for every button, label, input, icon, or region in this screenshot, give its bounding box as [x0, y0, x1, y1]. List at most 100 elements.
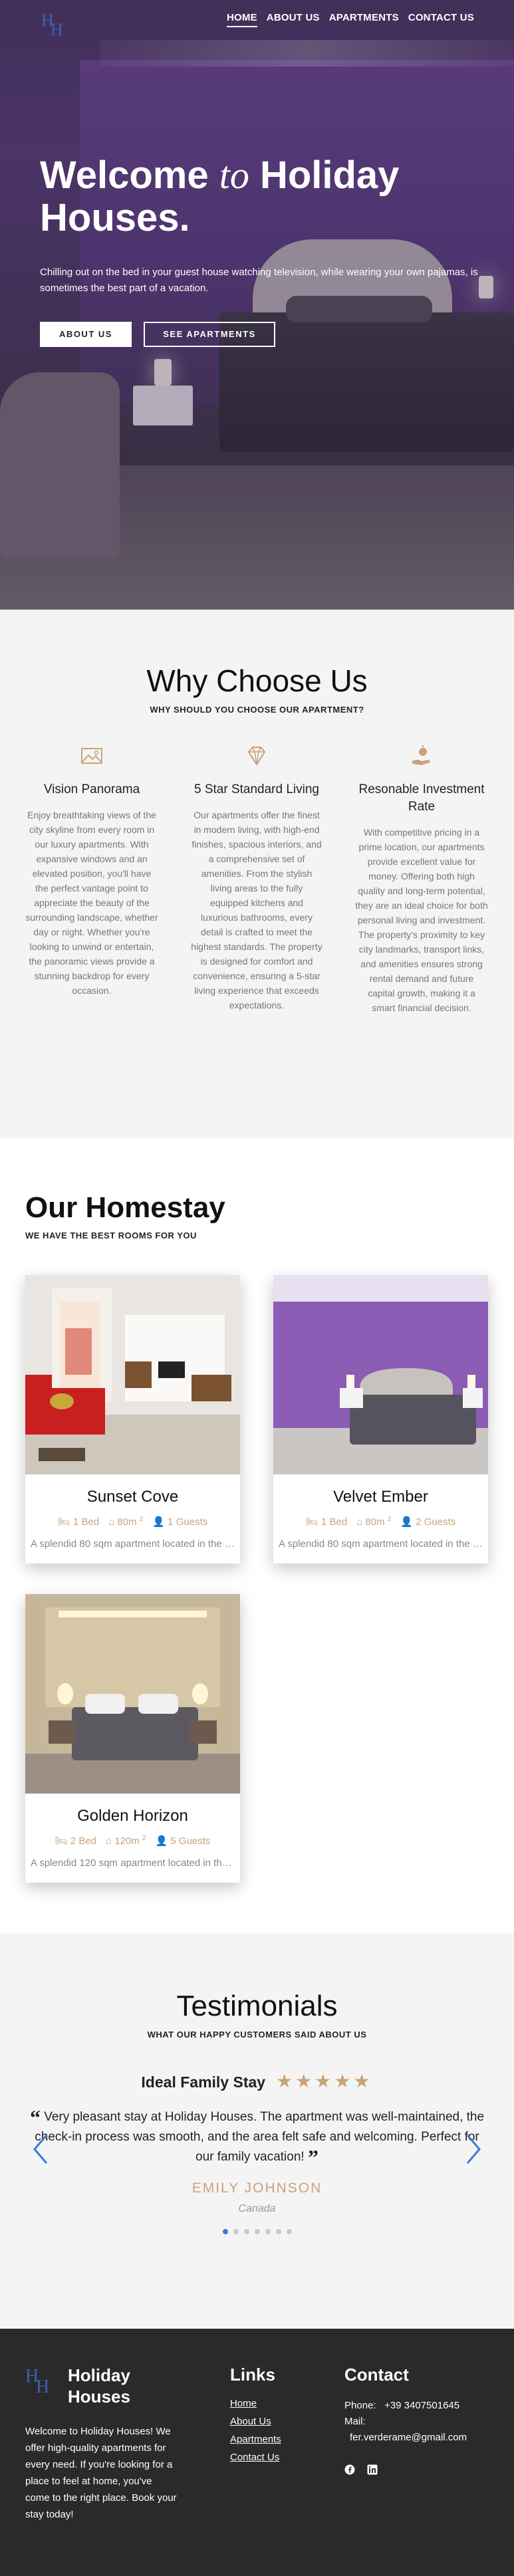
room-guests-label: 2 Guests [416, 1516, 456, 1528]
room-beds: 🛏 2 Bed [55, 1835, 96, 1847]
section-title: Our Homestay [25, 1191, 225, 1224]
slider-dot[interactable] [233, 2229, 239, 2234]
slider-dot[interactable] [222, 2229, 228, 2234]
room-area-label: 80m [365, 1516, 385, 1528]
room-guests: 👤 2 Guests [400, 1516, 455, 1528]
footer-link-contact-us[interactable]: Contact Us [230, 2452, 281, 2463]
homestay-section: Our Homestay WE HAVE THE BEST ROOMS FOR … [0, 1138, 514, 1933]
room-meta: 🛏 1 Bed ⌂ 80m 2 👤 1 Guests [31, 1516, 235, 1528]
slider-dot[interactable] [254, 2229, 260, 2234]
footer-social [344, 2464, 378, 2475]
feature-5-star-living: 5 Star Standard Living Our apartments of… [184, 743, 330, 1012]
room-description: A splendid 80 sqm apartment located in t… [31, 1538, 235, 1550]
room-photo [273, 1275, 488, 1474]
hero-title: Welcome to Holiday Houses. [40, 154, 439, 239]
room-meta: 🛏 2 Bed ⌂ 120m 2 👤 5 Guests [31, 1835, 235, 1847]
section-title: Why Choose Us [146, 663, 368, 698]
room-beds-label: 1 Bed [72, 1516, 100, 1528]
footer-link-home[interactable]: Home [230, 2398, 281, 2409]
facebook-icon[interactable] [344, 2464, 355, 2475]
footer-phone: Phone: +39 3407501645 [344, 2398, 491, 2414]
room-beds-label: 1 Bed [321, 1516, 348, 1528]
room-area-label: 80m [117, 1516, 137, 1528]
slider-pagination [0, 2229, 514, 2234]
room-area: ⌂ 120m 2 [106, 1835, 146, 1847]
room-photo [25, 1275, 240, 1474]
feature-text: Enjoy breathtaking views of the city sky… [25, 810, 158, 996]
room-name: Velvet Ember [333, 1488, 428, 1506]
testimonials-section: Testimonials WHAT OUR HAPPY CUSTOMERS SA… [0, 1933, 514, 2329]
feature-title: 5 Star Standard Living [193, 782, 319, 796]
footer-links: Home About Us Apartments Contact Us [230, 2398, 281, 2463]
slider-prev-arrow-icon[interactable] [31, 2133, 51, 2166]
mail-value[interactable]: fer.verderame@gmail.com [344, 2430, 491, 2446]
star-rating-icon: ★★★★★ [276, 2071, 373, 2091]
testimonial-location: Canada [238, 2203, 276, 2214]
room-area-unit: 2 [139, 1516, 144, 1523]
feature-text: With competitive pricing in a prime loca… [355, 827, 488, 1013]
footer: H H Holiday Houses Welcome to Holiday Ho… [0, 2329, 514, 2576]
home-icon: ⌂ [106, 1835, 112, 1847]
room-beds: 🛏 1 Bed [58, 1516, 99, 1528]
close-quote-icon: ” [307, 2145, 319, 2169]
footer-about-text: Welcome to Holiday Houses! We offer high… [25, 2426, 177, 2520]
hero-section: H H HOME ABOUT US APARTMENTS CONTACT US … [0, 0, 514, 610]
slider-dot[interactable] [275, 2229, 281, 2234]
testimonial-headline: Ideal Family Stay ★★★★★ [0, 2070, 514, 2092]
footer-contact: Phone: +39 3407501645 Mail: fer.verderam… [344, 2398, 491, 2446]
see-apartments-button[interactable]: SEE APARTMENTS [144, 322, 275, 347]
user-icon: 👤 [155, 1835, 168, 1847]
nav-link-contact-us[interactable]: CONTACT US [408, 12, 474, 27]
diamond-icon [243, 743, 270, 769]
logo-icon[interactable]: H H [41, 12, 68, 41]
testimonial-quote-text: Very pleasant stay at Holiday Houses. Th… [35, 2110, 485, 2164]
room-description: A splendid 120 sqm apartment located in … [31, 1857, 235, 1869]
feature-text: Our apartments offer the finest in moder… [191, 810, 322, 1010]
footer-link-apartments[interactable]: Apartments [230, 2434, 281, 2445]
room-area-unit: 2 [142, 1835, 146, 1842]
page: { "nav": { "logo_letters": ["H", "H"], "… [0, 0, 514, 2576]
why-choose-us-section: Why Choose Us WHY SHOULD YOU CHOOSE OUR … [0, 610, 514, 1138]
testimonial-quote: “ Very pleasant stay at Holiday Houses. … [25, 2107, 489, 2169]
linkedin-icon[interactable] [367, 2464, 378, 2475]
section-title: Testimonials [176, 1990, 338, 2022]
nav-link-home[interactable]: HOME [226, 12, 257, 27]
room-guests-label: 5 Guests [170, 1835, 211, 1847]
hero-subtitle: Chilling out on the bed in your guest ho… [40, 267, 478, 294]
room-guests-label: 1 Guests [168, 1516, 208, 1528]
section-subtitle: WHY SHOULD YOU CHOOSE OUR APARTMENT? [150, 705, 364, 715]
phone-value[interactable]: +39 3407501645 [384, 2400, 459, 2411]
room-name: Golden Horizon [77, 1807, 188, 1825]
footer-link-about-us[interactable]: About Us [230, 2416, 281, 2427]
room-meta: 🛏 1 Bed ⌂ 80m 2 👤 2 Guests [279, 1516, 483, 1528]
feature-title: Resonable Investment Rate [358, 782, 485, 814]
footer-links-title: Links [230, 2365, 275, 2385]
slider-dot[interactable] [265, 2229, 271, 2234]
hero-title-to: to [219, 154, 249, 197]
room-beds: 🛏 1 Bed [306, 1516, 347, 1528]
room-card-golden-horizon[interactable]: Golden Horizon 🛏 2 Bed ⌂ 120m 2 👤 5 Gues… [25, 1594, 240, 1883]
slider-next-arrow-icon[interactable] [463, 2133, 483, 2166]
logo-letter: H [51, 20, 63, 39]
feature-title: Vision Panorama [43, 782, 140, 796]
room-description: A splendid 80 sqm apartment located in t… [279, 1538, 483, 1550]
phone-label: Phone: [344, 2400, 376, 2411]
home-icon: ⌂ [108, 1516, 115, 1528]
slider-dot[interactable] [243, 2229, 249, 2234]
testimonial-author: EMILY JOHNSON [192, 2180, 322, 2196]
home-icon: ⌂ [356, 1516, 363, 1528]
hero-title-part: Welcome [40, 154, 219, 197]
room-name: Sunset Cove [86, 1488, 179, 1506]
section-subtitle: WE HAVE THE BEST ROOMS FOR YOU [25, 1230, 197, 1240]
nav-link-about-us[interactable]: ABOUT US [267, 12, 320, 27]
landscape-icon [78, 743, 105, 769]
bed-icon: 🛏 [57, 1516, 70, 1528]
nav-link-apartments[interactable]: APARTMENTS [329, 12, 399, 27]
footer-logo-icon: H H [25, 2367, 59, 2403]
room-area-unit: 2 [387, 1516, 392, 1523]
room-card-velvet-ember[interactable]: Velvet Ember 🛏 1 Bed ⌂ 80m 2 👤 2 Guests … [273, 1275, 488, 1564]
section-subtitle: WHAT OUR HAPPY CUSTOMERS SAID ABOUT US [147, 2030, 367, 2040]
slider-dot[interactable] [286, 2229, 292, 2234]
room-card-sunset-cove[interactable]: Sunset Cove 🛏 1 Bed ⌂ 80m 2 👤 1 Guests A… [25, 1275, 240, 1564]
about-us-button[interactable]: ABOUT US [40, 322, 132, 347]
